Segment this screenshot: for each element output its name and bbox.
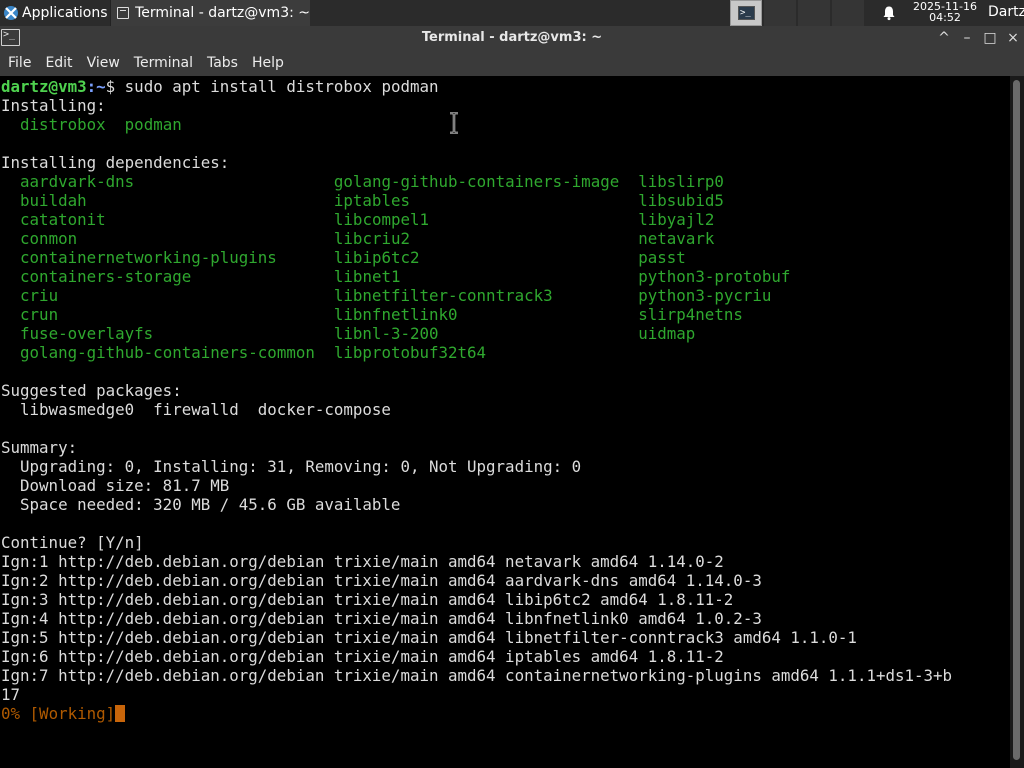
ign-line: Ign:5 http://deb.debian.org/debian trixi… bbox=[1, 628, 857, 647]
clock-time: 04:52 bbox=[929, 11, 961, 24]
dependency-package: golang-github-containers-image bbox=[333, 172, 620, 191]
dependency-package: passt bbox=[638, 248, 686, 267]
applications-label: Applications ≡ bbox=[22, 5, 114, 21]
ign-line: Ign:4 http://deb.debian.org/debian trixi… bbox=[1, 609, 762, 628]
menu-terminal[interactable]: Terminal bbox=[127, 55, 200, 71]
dependency-package: fuse-overlayfs bbox=[20, 324, 154, 343]
workspace-2[interactable] bbox=[764, 0, 796, 26]
dependency-package: python3-protobuf bbox=[638, 267, 791, 286]
dependency-package: libyajl2 bbox=[638, 210, 715, 229]
shade-button[interactable]: ^ bbox=[934, 28, 954, 48]
terminal-scrollbar[interactable] bbox=[1010, 76, 1024, 768]
dependency-package: libnetfilter-conntrack3 bbox=[333, 286, 553, 305]
dependency-package: buildah bbox=[20, 191, 87, 210]
summary-line: Upgrading: 0, Installing: 31, Removing: … bbox=[1, 457, 582, 476]
progress-status: [Working] bbox=[20, 704, 116, 723]
dependency-package: libcriu2 bbox=[333, 229, 410, 248]
dependency-package: libprotobuf32t64 bbox=[333, 343, 487, 362]
dependency-package: containernetworking-plugins bbox=[20, 248, 277, 267]
workspace-1[interactable]: >_ bbox=[730, 0, 762, 26]
package-name: distrobox bbox=[20, 115, 106, 134]
taskbar-item-label: Terminal - dartz@vm3: ~ bbox=[135, 5, 310, 21]
menubar: File Edit View Terminal Tabs Help bbox=[0, 50, 1024, 76]
ign-line: Ign:7 http://deb.debian.org/debian trixi… bbox=[1, 666, 953, 685]
menu-help[interactable]: Help bbox=[245, 55, 291, 71]
menu-file[interactable]: File bbox=[0, 55, 38, 71]
scrollbar-thumb[interactable] bbox=[1013, 80, 1020, 760]
terminal-icon bbox=[117, 7, 130, 19]
dependency-package: iptables bbox=[333, 191, 410, 210]
ign-line: Ign:6 http://deb.debian.org/debian trixi… bbox=[1, 647, 724, 666]
dependency-package: golang-github-containers-common bbox=[20, 343, 315, 362]
dependency-package: catatonit bbox=[20, 210, 106, 229]
workspace-4[interactable] bbox=[832, 0, 864, 26]
ign-line: Ign:2 http://deb.debian.org/debian trixi… bbox=[1, 571, 762, 590]
ign-line: Ign:3 http://deb.debian.org/debian trixi… bbox=[1, 590, 734, 609]
taskbar-item-terminal[interactable]: Terminal - dartz@vm3: ~ bbox=[110, 0, 310, 26]
terminal-output[interactable]: dartz@vm3:~$ sudo apt install distrobox … bbox=[0, 76, 1010, 768]
suggested-header: Suggested packages: bbox=[1, 381, 182, 400]
dependency-package: crun bbox=[20, 305, 59, 324]
package-name: podman bbox=[124, 115, 182, 134]
dependency-package: slirp4netns bbox=[638, 305, 743, 324]
ign-line: 17 bbox=[1, 685, 21, 704]
clock[interactable]: 2025-11-16 04:52 bbox=[905, 1, 985, 23]
terminal-text: dartz@vm3:~$ sudo apt install distrobox … bbox=[1, 77, 952, 723]
dependency-package: libnet1 bbox=[333, 267, 401, 286]
ibeam-cursor-icon bbox=[450, 112, 458, 134]
summary-header: Summary: bbox=[1, 438, 78, 457]
minimize-button[interactable]: – bbox=[957, 28, 977, 48]
installing-packages: distrobox podman bbox=[1, 115, 182, 134]
summary-line: Download size: 81.7 MB bbox=[1, 476, 230, 495]
window-titlebar[interactable]: Terminal - dartz@vm3: ~ ^ – □ × bbox=[0, 26, 1024, 50]
ign-line: Ign:1 http://deb.debian.org/debian trixi… bbox=[1, 552, 724, 571]
prompt-user: dartz@vm3 bbox=[1, 77, 87, 96]
dependency-package: libnl-3-200 bbox=[333, 324, 439, 343]
dependency-package: containers-storage bbox=[20, 267, 192, 286]
continue-prompt: Continue? [Y/n] bbox=[1, 533, 144, 552]
command-text: sudo apt install distrobox podman bbox=[115, 77, 439, 96]
dependency-package: libip6tc2 bbox=[333, 248, 420, 267]
dependency-package: netavark bbox=[638, 229, 715, 248]
maximize-button[interactable]: □ bbox=[980, 28, 1000, 48]
user-menu[interactable]: Dartz bbox=[988, 4, 1024, 20]
terminal-icon: >_ bbox=[738, 6, 755, 20]
menu-view[interactable]: View bbox=[80, 55, 127, 71]
installing-header: Installing: bbox=[1, 96, 106, 115]
top-panel: Applications ≡ Terminal - dartz@vm3: ~ >… bbox=[0, 0, 1024, 26]
window-title: Terminal - dartz@vm3: ~ bbox=[421, 30, 603, 45]
workspace-3[interactable] bbox=[798, 0, 830, 26]
progress-percent: 0% bbox=[1, 704, 21, 723]
dependency-package: libcompel1 bbox=[333, 210, 430, 229]
xfce-logo-icon bbox=[4, 6, 18, 20]
dependency-package: uidmap bbox=[638, 324, 696, 343]
prompt-path: :~ bbox=[86, 77, 106, 96]
menu-edit[interactable]: Edit bbox=[38, 55, 79, 71]
applications-menu-button[interactable]: Applications ≡ bbox=[0, 0, 114, 26]
dependency-package: conmon bbox=[20, 229, 78, 248]
deps-table: aardvark-dns golang-github-containers-im… bbox=[1, 172, 790, 362]
dependency-package: aardvark-dns bbox=[20, 172, 135, 191]
dependency-package: libnfnetlink0 bbox=[333, 305, 458, 324]
bell-icon[interactable] bbox=[881, 5, 897, 21]
dependency-package: libslirp0 bbox=[638, 172, 724, 191]
text-cursor bbox=[115, 705, 126, 722]
menu-tabs[interactable]: Tabs bbox=[200, 55, 245, 71]
dependency-package: criu bbox=[20, 286, 59, 305]
deps-header: Installing dependencies: bbox=[1, 153, 230, 172]
dependency-package: libsubid5 bbox=[638, 191, 724, 210]
close-button[interactable]: × bbox=[1003, 28, 1023, 48]
summary-line: Space needed: 320 MB / 45.6 GB available bbox=[1, 495, 401, 514]
dependency-package: python3-pycriu bbox=[638, 286, 772, 305]
suggested-packages: libwasmedge0 firewalld docker-compose bbox=[1, 400, 391, 419]
prompt-sign: $ bbox=[105, 77, 116, 96]
